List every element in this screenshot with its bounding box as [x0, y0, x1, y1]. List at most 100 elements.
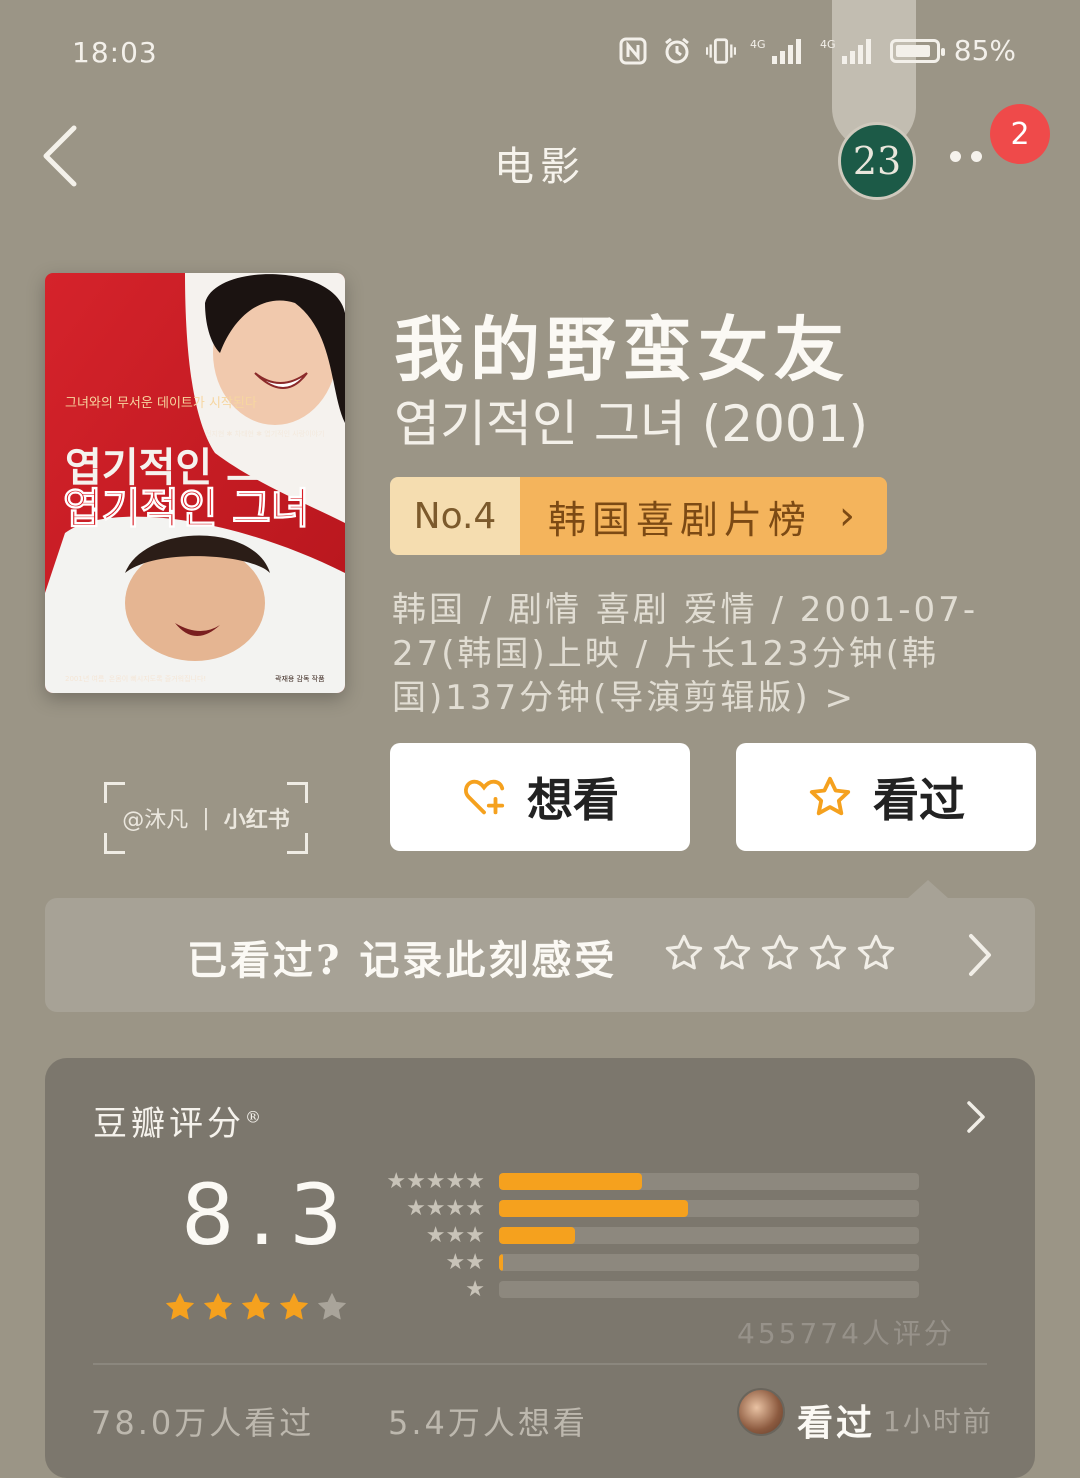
rank-number: No.4: [390, 477, 520, 555]
record-prompt: 已看过? 记录此刻感受: [187, 937, 618, 984]
movie-meta-info[interactable]: 韩国 / 剧情 喜剧 爱情 / 2001-07-27(韩国)上映 / 片长123…: [392, 588, 1042, 720]
status-time: 18:03: [72, 36, 158, 69]
rating-distribution: ★ ★ ★ ★ ★ ★ ★ ★ ★ ★ ★ ★ ★ ★ ★: [375, 1168, 919, 1303]
seen-label: 看过: [873, 773, 965, 827]
rank-list-name: 韩国喜剧片榜 ›: [520, 477, 887, 555]
rating-score: 8.3: [181, 1166, 357, 1264]
distribution-stars: ★ ★ ★: [375, 1222, 485, 1248]
rank-list-label: 韩国喜剧片榜: [548, 497, 813, 542]
poster-credits: 전지현 ✱ 차태현 ✱ 엽기적인 사랑이야기: [205, 429, 324, 438]
small-star-icon: ★: [406, 1168, 426, 1194]
small-star-icon: ★: [465, 1276, 485, 1302]
distribution-stars: ★ ★: [375, 1249, 485, 1275]
movie-title: 我的野蛮女友: [394, 308, 850, 391]
signal-icon-2: 4G: [820, 36, 876, 66]
distribution-stars: ★ ★ ★ ★: [375, 1195, 485, 1221]
distribution-row: ★ ★ ★ ★: [375, 1195, 919, 1222]
star-outline-icon[interactable]: [807, 932, 849, 974]
battery-icon: [889, 38, 945, 63]
distribution-stars: ★: [375, 1276, 485, 1302]
watermark: @沐凡 | 小红书: [104, 782, 308, 854]
rating-card[interactable]: 豆瓣评分® 8.3 ★ ★ ★ ★ ★ ★ ★ ★ ★ ★ ★ ★ ★ ★ ★ 455774人评分 78.0…: [45, 1058, 1035, 1478]
page-title: 电影: [494, 144, 586, 190]
star-outline-icon[interactable]: [663, 932, 705, 974]
poster-tagline: 그녀와의 무서운 데이트가 시작된다: [65, 396, 257, 411]
small-star-icon: ★: [465, 1168, 485, 1194]
small-star-icon: ★: [445, 1249, 466, 1275]
divider: [93, 1363, 987, 1365]
record-feeling-bar[interactable]: 已看过? 记录此刻感受: [45, 880, 1035, 1012]
svg-text:4G: 4G: [820, 38, 836, 51]
chevron-right-icon: [969, 934, 991, 976]
poster-bottom-right: 곽재용 감독 작품: [275, 674, 325, 683]
movie-poster[interactable]: 그녀와의 무서운 데이트가 시작된다 전지현 ✱ 차태현 ✱ 엽기적인 사랑이야…: [45, 273, 345, 693]
small-star-icon: ★: [465, 1195, 485, 1221]
small-star-icon: ★: [425, 1222, 446, 1248]
distribution-bar: [499, 1254, 504, 1271]
movie-original-title: 엽기적인 그녀 (2001): [394, 395, 869, 453]
friend-action: 看过: [797, 1402, 876, 1444]
star-outline-icon[interactable]: [855, 932, 897, 974]
ranking-badge[interactable]: No.4 韩国喜剧片榜 ›: [390, 477, 887, 555]
distribution-track: [499, 1227, 919, 1244]
rating-title: 豆瓣评分®: [93, 1104, 265, 1144]
seen-count: 78.0万人看过: [91, 1404, 315, 1442]
score-stars: [163, 1290, 349, 1324]
star-filled-icon: [242, 1293, 270, 1320]
small-star-icon: ★: [445, 1222, 466, 1248]
friend-avatar[interactable]: [737, 1388, 785, 1436]
star-outline-icon: [809, 776, 851, 816]
star-filled-icon: [204, 1293, 232, 1320]
want-to-watch-button[interactable]: 想看: [390, 743, 690, 851]
heart-plus-icon: [464, 779, 505, 815]
notification-badge: 2: [990, 104, 1050, 164]
alarm-icon: [662, 36, 692, 66]
want-label: 想看: [527, 773, 619, 827]
user-avatar[interactable]: 23: [838, 122, 916, 200]
distribution-row: ★ ★ ★: [375, 1222, 919, 1249]
want-count: 5.4万人想看: [388, 1404, 588, 1442]
distribution-track: [499, 1200, 919, 1217]
star-filled-icon: [166, 1293, 194, 1320]
signal-icon-1: 4G: [750, 36, 806, 66]
friend-time: 1小时前: [883, 1405, 993, 1438]
star-empty-icon: [318, 1293, 346, 1320]
svg-text:4G: 4G: [750, 38, 766, 51]
battery-percent: 85%: [953, 34, 1016, 67]
status-icons: 4G 4G 85%: [618, 34, 1016, 67]
chevron-right-icon: [967, 1101, 985, 1133]
watched-button[interactable]: 看过: [736, 743, 1036, 851]
distribution-bar: [499, 1227, 575, 1244]
small-star-icon: ★: [465, 1249, 485, 1275]
distribution-track: [499, 1254, 919, 1271]
star-filled-icon: [280, 1293, 308, 1320]
star-outline-icon[interactable]: [711, 932, 753, 974]
watermark-brand: 小红书: [223, 808, 290, 833]
chevron-right-icon: ›: [839, 493, 861, 539]
distribution-row: ★ ★: [375, 1249, 919, 1276]
small-star-icon: ★: [425, 1168, 446, 1194]
distribution-track: [499, 1173, 919, 1190]
vibrate-icon: [705, 36, 736, 66]
distribution-row: ★ ★ ★ ★ ★: [375, 1168, 919, 1195]
distribution-row: ★: [375, 1276, 919, 1303]
small-star-icon: ★: [445, 1195, 466, 1221]
rate-stars[interactable]: [663, 932, 897, 974]
rating-count: 455774人评分: [737, 1317, 955, 1350]
registered-mark: ®: [245, 1107, 265, 1127]
watermark-handle: @沐凡: [122, 808, 189, 833]
small-star-icon: ★: [386, 1168, 407, 1194]
star-outline-icon[interactable]: [759, 932, 801, 974]
small-star-icon: ★: [406, 1195, 426, 1221]
distribution-bar: [499, 1200, 688, 1217]
distribution-bar: [499, 1173, 642, 1190]
distribution-stars: ★ ★ ★ ★ ★: [375, 1168, 485, 1194]
watermark-separator: |: [202, 805, 210, 831]
poster-title-red: 엽기적인 그녀: [63, 484, 309, 533]
poster-bottom-left: 2001년 여름, 온몸이 뻐시지도록 즐거워집니다!: [65, 674, 206, 683]
distribution-track: [499, 1281, 919, 1298]
small-star-icon: ★: [425, 1195, 446, 1221]
small-star-icon: ★: [465, 1222, 485, 1248]
nfc-icon: [618, 36, 648, 66]
small-star-icon: ★: [445, 1168, 466, 1194]
